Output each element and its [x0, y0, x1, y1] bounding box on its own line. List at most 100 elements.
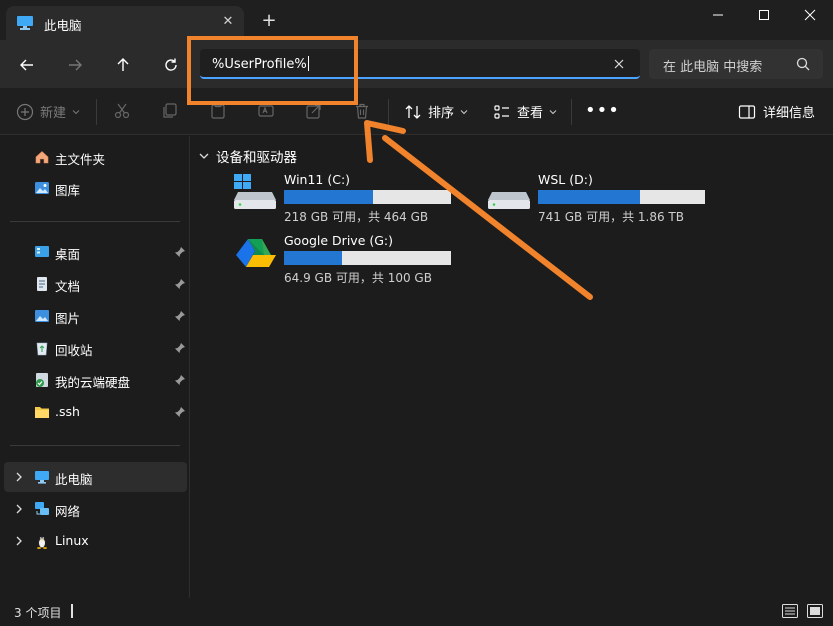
refresh-icon [165, 58, 177, 71]
hard-drive-icon [488, 192, 530, 209]
tab-this-pc[interactable]: 此电脑 ✕ [6, 6, 244, 40]
details-pane-button[interactable]: 详细信息 [738, 102, 815, 121]
sidebar-item-cloud-drive[interactable]: 我的云端硬盘 [4, 365, 187, 395]
drive-space-info: 64.9 GB 可用，共 100 GB [284, 271, 432, 285]
drive-usage-bar [284, 251, 451, 265]
sidebar-item-network[interactable]: 网络 [4, 494, 187, 524]
sidebar-item-label: Linux [55, 533, 89, 548]
plus-icon: + [261, 10, 277, 31]
sidebar-item-label: 此电脑 [55, 472, 93, 487]
sidebar-item-linux[interactable]: Linux [4, 526, 187, 556]
desktop-icon [35, 246, 49, 257]
status-bar: 3 个项目 [0, 598, 833, 626]
sort-label: 排序 [428, 106, 455, 121]
drive-space-info: 741 GB 可用，共 1.86 TB [538, 210, 684, 224]
pin-icon[interactable] [174, 406, 186, 418]
sidebar-item-documents[interactable]: 文档 [4, 269, 187, 299]
navigation-bar: %UserProfile% 在 此电脑 中搜索 [0, 40, 833, 88]
chevron-right-icon[interactable] [12, 534, 26, 548]
sidebar-item-label: 网络 [55, 504, 81, 519]
details-pane-icon [738, 104, 756, 119]
close-window-button[interactable] [787, 0, 833, 30]
new-tab-button[interactable]: + [258, 10, 280, 32]
item-count: 3 个项目 [14, 606, 62, 620]
arrow-right-icon [69, 59, 82, 71]
sidebar-item-ssh[interactable]: .ssh [4, 397, 187, 427]
sidebar-item-gallery[interactable]: 图库 [4, 173, 187, 203]
section-header-devices[interactable]: 设备和驱动器 [198, 146, 297, 166]
drive-usage-fill [284, 251, 343, 265]
drive-item-c[interactable]: Win11 (C:) 218 GB 可用，共 464 GB [234, 172, 474, 228]
drive-usage-fill [284, 190, 373, 204]
sidebar-item-this-pc[interactable]: 此电脑 [4, 462, 187, 492]
pin-icon[interactable] [174, 278, 186, 290]
sidebar-item-pictures[interactable]: 图片 [4, 301, 187, 331]
chevron-down-icon [72, 109, 80, 114]
home-icon [35, 151, 49, 164]
details-view-icon[interactable] [782, 604, 798, 618]
search-placeholder: 在 此电脑 中搜索 [663, 60, 763, 75]
minimize-button[interactable] [695, 0, 741, 30]
chevron-down-icon [199, 153, 209, 159]
drive-space-info: 218 GB 可用，共 464 GB [284, 210, 429, 224]
tab-close-icon[interactable]: ✕ [219, 13, 237, 31]
chevron-right-icon[interactable] [12, 470, 26, 484]
clear-address-button[interactable] [608, 53, 630, 75]
forward-button[interactable] [62, 52, 88, 78]
pin-icon[interactable] [174, 374, 186, 386]
cut-icon[interactable] [113, 102, 131, 120]
sidebar-item-home[interactable]: 主文件夹 [4, 142, 187, 172]
sidebar-item-label: 回收站 [55, 343, 93, 358]
view-list-icon [494, 104, 509, 119]
maximize-button[interactable] [741, 0, 787, 30]
chevron-right-icon[interactable] [12, 502, 26, 516]
drive-usage-bar [538, 190, 705, 204]
toolbar-divider [96, 99, 97, 125]
windows-drive-icon [234, 174, 276, 209]
sidebar-item-label: .ssh [55, 404, 80, 419]
title-bar: 此电脑 ✕ + [0, 0, 833, 40]
sidebar-item-desktop[interactable]: 桌面 [4, 237, 187, 267]
chevron-down-icon [460, 109, 468, 114]
sidebar-item-recycle-bin[interactable]: 回收站 [4, 333, 187, 363]
sidebar-item-label: 主文件夹 [55, 152, 106, 167]
details-label: 详细信息 [763, 106, 816, 121]
add-circle-icon [16, 103, 34, 120]
up-button[interactable] [110, 52, 136, 78]
drive-item-d[interactable]: WSL (D:) 741 GB 可用，共 1.86 TB [488, 172, 728, 228]
tiles-view-icon[interactable] [807, 604, 823, 618]
arrow-up-icon [117, 58, 129, 71]
refresh-button[interactable] [158, 52, 184, 78]
more-options-button[interactable]: ••• [585, 100, 620, 121]
pin-icon[interactable] [174, 342, 186, 354]
drive-name: Win11 (C:) [284, 172, 351, 187]
new-button-label: 新建 [40, 106, 67, 121]
documents-icon [37, 277, 47, 291]
chevron-down-icon [549, 109, 557, 114]
annotation-highlight-box [187, 36, 358, 105]
copy-icon[interactable] [161, 102, 179, 120]
drive-usage-fill [538, 190, 640, 204]
status-divider [71, 604, 73, 618]
view-label: 查看 [517, 106, 544, 121]
linux-icon [37, 536, 47, 549]
back-button[interactable] [14, 52, 40, 78]
google-drive-icon [236, 239, 276, 267]
close-icon [804, 9, 816, 21]
drive-item-g[interactable]: Google Drive (G:) 64.9 GB 可用，共 100 GB [234, 233, 474, 289]
tab-title: 此电脑 [44, 18, 82, 33]
arrow-left-icon [20, 59, 33, 71]
command-bar: 新建 排序 查看 ••• 详细信息 [0, 88, 833, 135]
close-icon [614, 59, 624, 69]
minimize-icon [713, 14, 723, 16]
search-input[interactable]: 在 此电脑 中搜索 [649, 49, 823, 79]
monitor-icon [17, 16, 33, 30]
gallery-icon [35, 182, 49, 194]
navigation-pane: 主文件夹 图库 桌面 文档 图片 回收站 我的云端硬盘 .ssh 此电脑 网络 … [0, 136, 190, 598]
sort-button[interactable]: 排序 [404, 102, 468, 121]
sidebar-item-label: 我的云端硬盘 [55, 375, 131, 390]
pin-icon[interactable] [174, 246, 186, 258]
view-button[interactable]: 查看 [493, 102, 557, 121]
pin-icon[interactable] [174, 310, 186, 322]
new-button[interactable]: 新建 [16, 102, 80, 121]
